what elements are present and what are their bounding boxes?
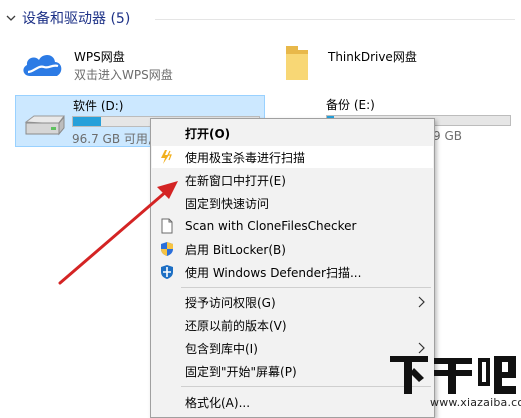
menu-item-bitlocker[interactable]: 启用 BitLocker(B) [152,238,433,260]
wps-subtitle: 双击进入WPS网盘 [74,68,173,82]
drive-d-free: 96.7 GB 可用, [72,132,152,146]
menu-item-defender-scan[interactable]: 使用 Windows Defender扫描... [152,261,433,283]
group-header-devices[interactable]: 设备和驱动器 (5) [6,8,130,28]
drive-e-free: 9 GB [433,129,462,143]
menu-separator [181,287,431,288]
thinkdrive-name: ThinkDrive网盘 [328,50,417,64]
group-divider [155,19,515,20]
wps-cloud-item[interactable]: WPS网盘 双击进入WPS网盘 [18,44,268,90]
defender-icon [161,265,173,279]
menu-item-pin-quick-access[interactable]: 固定到快速访问 [152,192,433,214]
wps-name: WPS网盘 [74,50,125,64]
menu-item-clonefileschecker[interactable]: Scan with CloneFilesChecker [152,215,433,237]
watermark-logo: www.xiazaiba.com [388,352,521,412]
lightning-icon [161,150,172,164]
menu-item-scan-jibao[interactable]: 使用极宝杀毒进行扫描 [152,146,433,168]
menu-item-open-new-window[interactable]: 在新窗口中打开(E) [152,169,433,191]
hard-drive-icon [24,115,65,136]
document-icon [161,218,173,234]
menu-item-restore-versions[interactable]: 还原以前的版本(V) [152,314,433,336]
chevron-down-icon[interactable] [6,13,16,23]
xiazaiba-logo-icon [390,356,516,394]
watermark-url: www.xiazaiba.com [430,396,521,409]
shield-icon [161,242,173,256]
drive-e-name: 备份 (E:) [326,98,375,112]
thinkdrive-item[interactable]: ThinkDrive网盘 [278,44,518,90]
chevron-right-icon [418,296,425,308]
drive-d-name: 软件 (D:) [73,99,124,113]
menu-item-grant-access[interactable]: 授予访问权限(G) [152,291,433,313]
group-title: 设备和驱动器 (5) [22,11,131,27]
folder-icon [286,46,308,80]
menu-item-open[interactable]: 打开(O) [152,122,433,144]
cloud-icon [23,54,62,76]
